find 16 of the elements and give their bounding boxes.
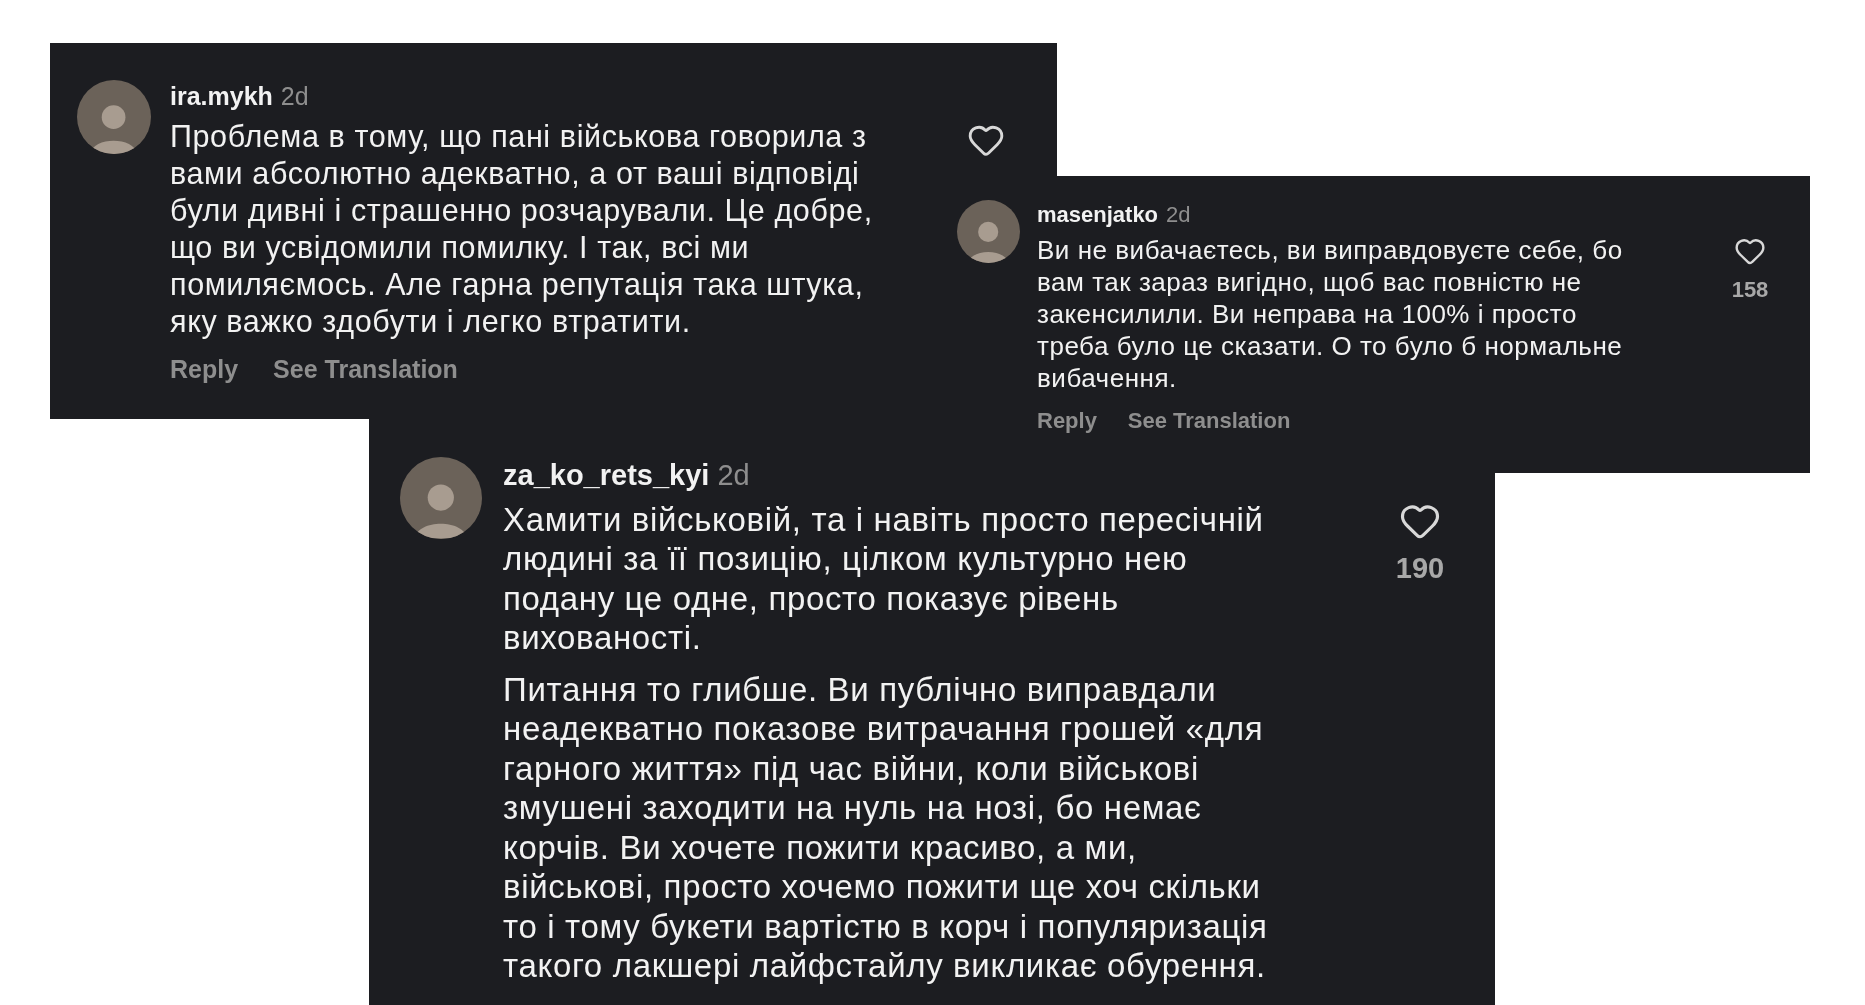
like-count: 158 [1731, 277, 1769, 304]
comment-action-link[interactable]: Reply [1037, 407, 1097, 434]
like-count: 190 [1395, 552, 1445, 586]
comment-text: Хамити військовій, та і навіть просто пересічній людині за її позицію, цілком культурно нею подану це одне, просто показує рівень вихованості. [503, 499, 1265, 658]
comment-text: Проблема в тому, що пані військова говорила з вами абсолютно адекватно, а от ваші відповіді були дивні і страшенно розчарували. Це добре, що ви усвідомили помилку. І так, всі ми помиляємось. Але гарна репутація така штука, яку важко здобути і легко втратити. [170, 118, 874, 341]
comment-text: Ви не вибачаєтесь, ви виправдовуєте себе, бо вам так зараз вигідно, щоб вас повністю не закенсилили. Ви неправа на 100% і просто треба було це сказати. О то було б нормальне вибачення. [1037, 234, 1624, 395]
username[interactable]: ira.mykh [170, 82, 273, 111]
timestamp: 2d [717, 459, 750, 492]
username[interactable]: masenjatko [1037, 202, 1159, 228]
comment-action-link[interactable]: Reply [170, 355, 239, 385]
timestamp: 2d [1166, 202, 1191, 228]
username[interactable]: za_ko_rets_kyi [503, 459, 710, 492]
comment-action-link[interactable]: See Translation [273, 355, 458, 385]
comment-text: Питання то глибше. Ви публічно виправдали неадекватно показове витрачання грошей «для гарного життя» під час війни, коли військові змушені заходити на нуль на нозі, бо немає корчів. Ви хочете пожити красиво, а ми, військові, просто хочемо пожити ще хоч скільки то і тому букети вартістю в корч і популяризація такого лакшері лайфстайлу викликає обурення. [503, 669, 1269, 986]
comment-action-link[interactable]: See Translation [1127, 407, 1291, 434]
timestamp: 2d [280, 82, 309, 111]
